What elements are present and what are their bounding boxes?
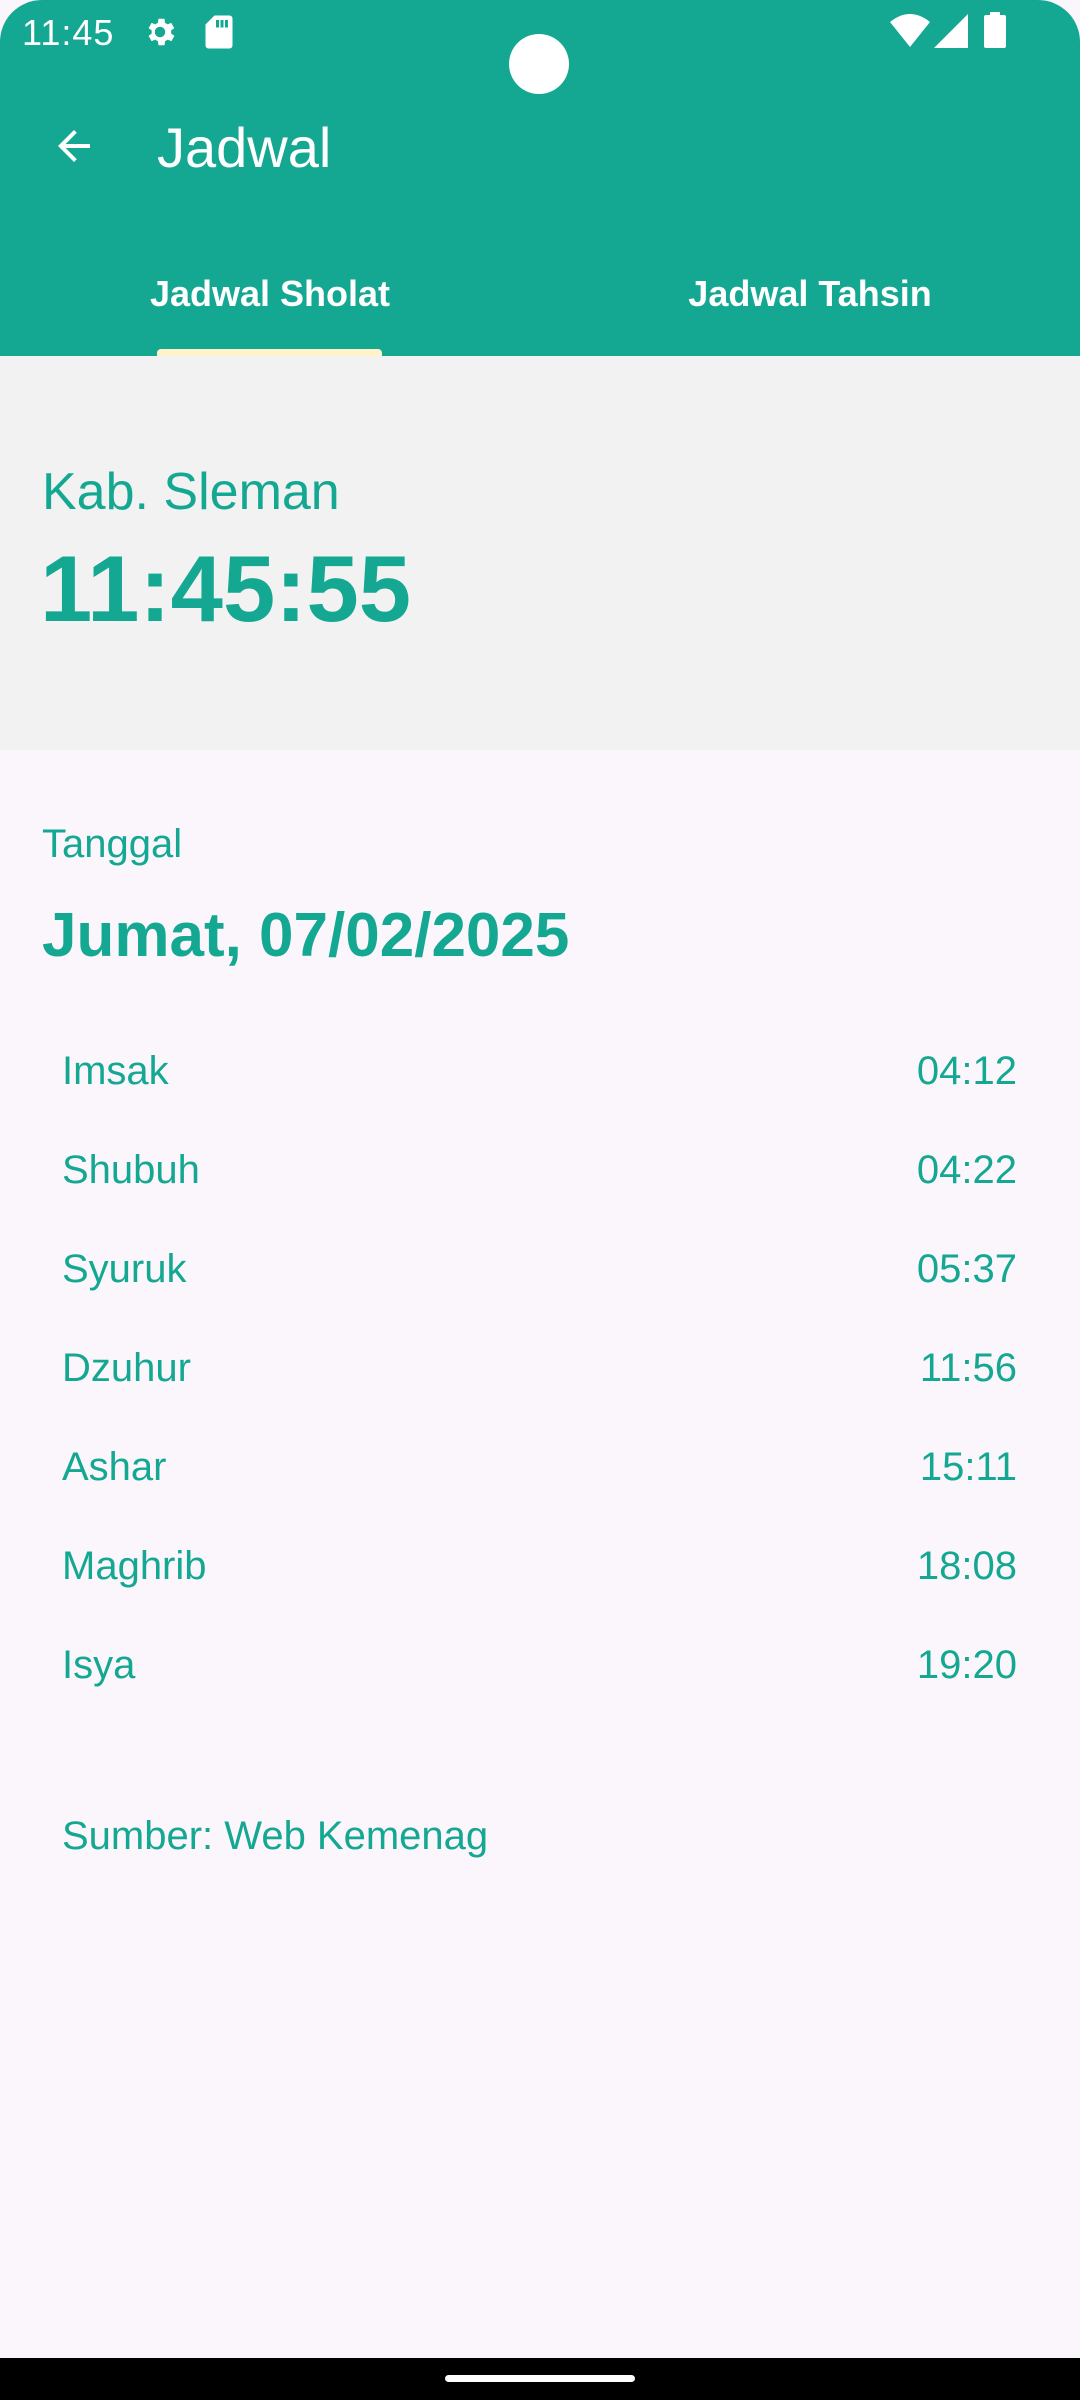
prayer-row-maghrib: Maghrib 18:08 [62, 1515, 1017, 1614]
location-panel: Kab. Sleman 11:45:55 [0, 356, 1080, 750]
back-button[interactable] [32, 106, 116, 190]
prayer-time: 19:20 [916, 1643, 1017, 1687]
sd-card-icon [204, 14, 234, 55]
current-clock: 11:45:55 [40, 536, 412, 641]
tab-jadwal-tahsin[interactable]: Jadwal Tahsin [540, 262, 1080, 356]
prayer-time: 04:22 [916, 1148, 1017, 1192]
prayer-name: Shubuh [62, 1148, 200, 1192]
prayer-time: 05:37 [916, 1247, 1017, 1291]
date-value: Jumat, 07/02/2025 [42, 901, 570, 970]
prayer-row-syuruk: Syuruk 05:37 [62, 1218, 1017, 1317]
prayer-row-imsak: Imsak 04:12 [62, 1020, 1017, 1119]
tab-jadwal-sholat[interactable]: Jadwal Sholat [0, 262, 540, 356]
prayer-time: 11:56 [919, 1346, 1017, 1390]
prayer-name: Isya [62, 1643, 136, 1687]
prayer-row-dzuhur: Dzuhur 11:56 [62, 1317, 1017, 1416]
prayer-times-list: Imsak 04:12 Shubuh 04:22 Syuruk 05:37 Dz… [62, 1020, 1017, 1713]
prayer-name: Imsak [62, 1049, 169, 1093]
wifi-icon [890, 14, 930, 53]
prayer-name: Maghrib [62, 1544, 207, 1588]
cell-signal-icon [934, 14, 968, 53]
prayer-name: Syuruk [62, 1247, 187, 1291]
prayer-time: 15:11 [919, 1445, 1017, 1489]
date-label: Tanggal [42, 822, 183, 866]
prayer-time: 04:12 [916, 1049, 1017, 1093]
prayer-row-shubuh: Shubuh 04:22 [62, 1119, 1017, 1218]
settings-gear-icon [142, 14, 178, 55]
tab-selected-indicator [157, 349, 382, 356]
tab-label: Jadwal Sholat [149, 273, 391, 314]
home-gesture-handle[interactable] [445, 2375, 635, 2382]
system-navigation-bar [0, 2358, 1080, 2400]
prayer-name: Ashar [62, 1445, 167, 1489]
location-name: Kab. Sleman [42, 463, 340, 521]
prayer-name: Dzuhur [62, 1346, 191, 1390]
prayer-time: 18:08 [916, 1544, 1017, 1588]
prayer-row-isya: Isya 19:20 [62, 1614, 1017, 1713]
arrow-left-icon [50, 122, 98, 175]
prayer-row-ashar: Ashar 15:11 [62, 1416, 1017, 1515]
source-text: Sumber: Web Kemenag [62, 1814, 489, 1858]
tab-label: Jadwal Tahsin [688, 273, 932, 314]
page-title: Jadwal [157, 116, 332, 179]
app-bar: 11:45 Jadwal Jadwal Sholat Jadwal Tahsin [0, 0, 1080, 356]
camera-cutout [509, 34, 569, 94]
battery-icon [984, 12, 1006, 53]
status-time: 11:45 [22, 12, 115, 53]
